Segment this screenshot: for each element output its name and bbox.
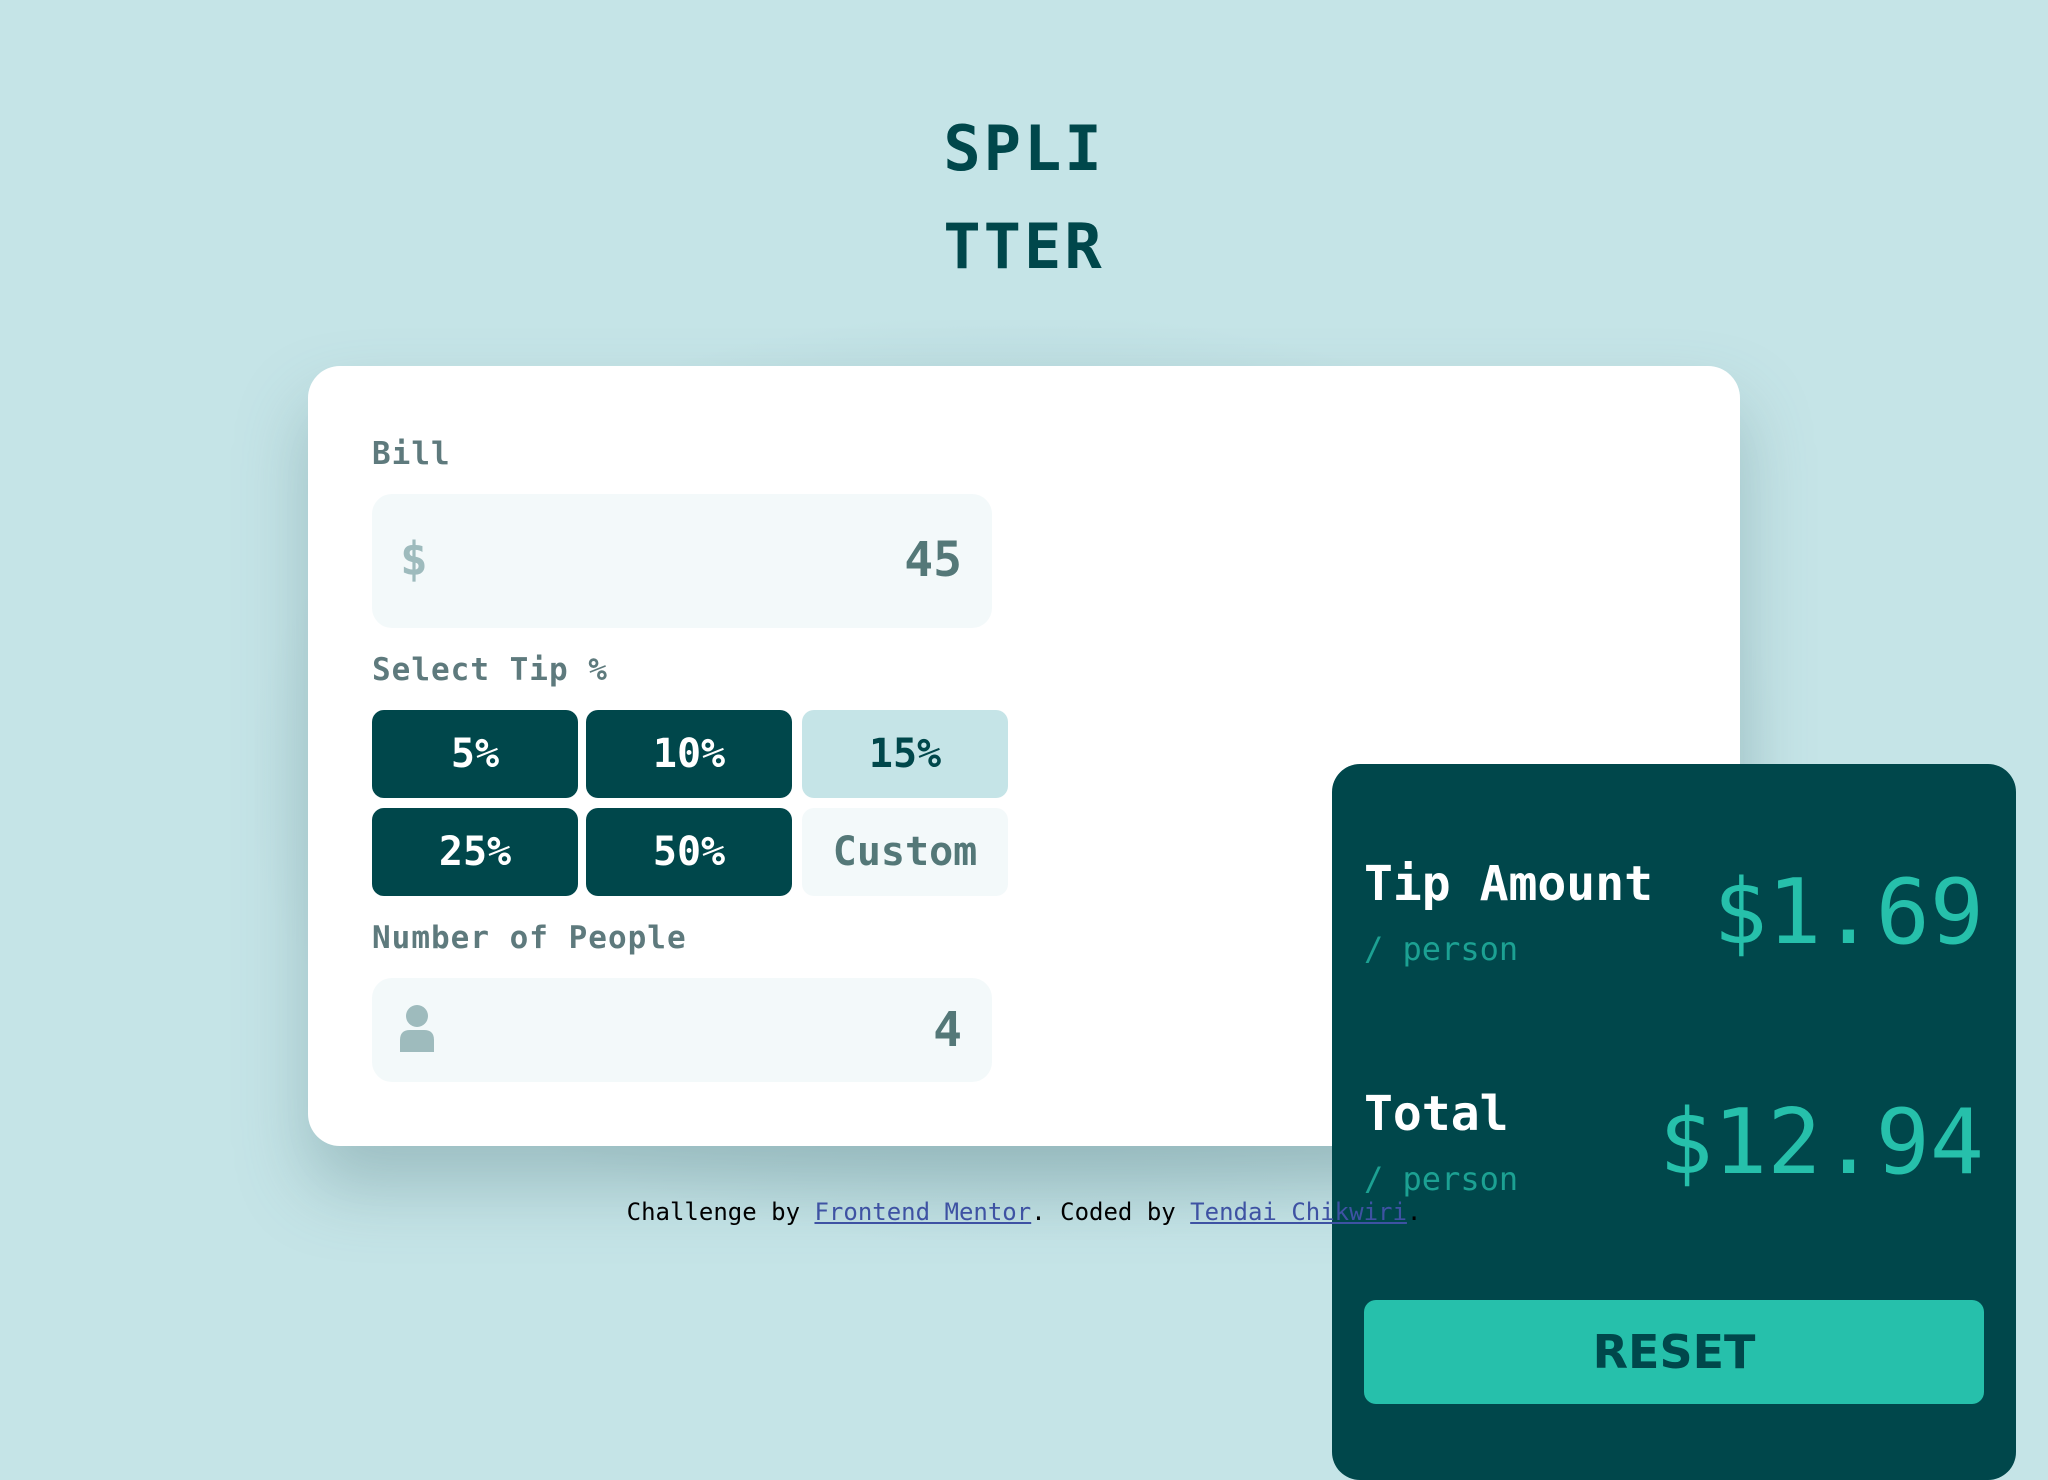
tip-button-25[interactable]: 25% (372, 808, 578, 896)
tip-button-15[interactable]: 15% (802, 710, 1008, 798)
reset-button[interactable]: RESET (1364, 1300, 1984, 1404)
dollar-icon: $ (400, 532, 428, 586)
results-panel: Tip Amount / person $1.69 Total / person… (1332, 764, 2016, 1480)
tip-button-50[interactable]: 50% (586, 808, 792, 896)
tip-amount-title: Tip Amount (1364, 856, 1653, 912)
people-label: Number of People (372, 920, 687, 956)
bill-field[interactable]: $ 45 (372, 494, 992, 628)
footer-middle: . Coded by (1031, 1198, 1191, 1226)
logo-line-2: TTER (943, 210, 1105, 283)
total-value: $12.94 (1658, 1090, 1984, 1195)
calculator-card: Bill $ 45 Select Tip % 5% 10% 15% 25% 50… (308, 366, 2016, 1480)
attribution-footer: Challenge by Frontend Mentor. Coded by T… (0, 1198, 2048, 1226)
tip-amount-value: $1.69 (1713, 860, 1984, 965)
app-logo: SPLI TTER (0, 100, 2048, 296)
tip-amount-per-person: / person (1364, 930, 1519, 968)
tip-button-10[interactable]: 10% (586, 710, 792, 798)
people-field[interactable]: 4 (372, 978, 992, 1082)
total-per-person: / person (1364, 1160, 1519, 1198)
frontend-mentor-link[interactable]: Frontend Mentor (814, 1198, 1031, 1226)
footer-suffix: . (1406, 1198, 1422, 1226)
tip-label: Select Tip % (372, 652, 608, 688)
people-value: 4 (933, 1002, 962, 1058)
bill-label: Bill (372, 436, 451, 472)
person-icon (400, 1005, 434, 1052)
bill-value: 45 (904, 532, 962, 588)
footer-prefix: Challenge by (626, 1198, 815, 1226)
tip-custom-input[interactable]: Custom (802, 808, 1008, 896)
tip-button-5[interactable]: 5% (372, 710, 578, 798)
author-link[interactable]: Tendai Chikwiri (1190, 1198, 1407, 1226)
logo-line-1: SPLI (943, 112, 1105, 185)
total-title: Total (1364, 1086, 1509, 1142)
